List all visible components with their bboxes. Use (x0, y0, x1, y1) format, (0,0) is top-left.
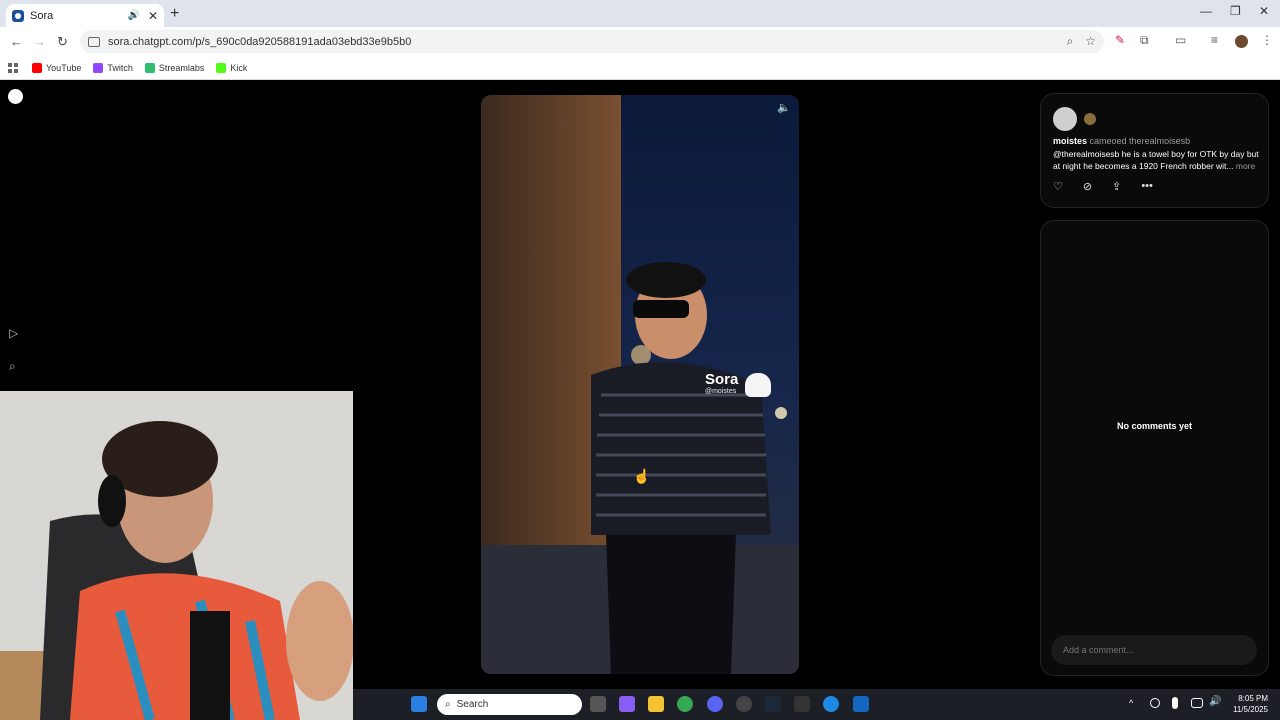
more-link[interactable]: more (1236, 161, 1255, 171)
comment-input[interactable] (1051, 635, 1257, 665)
back-icon[interactable]: ← (10, 34, 23, 49)
play-nav-icon[interactable]: ▷ (9, 326, 22, 340)
post-info-panel: moistes cameoed therealmoisesb @therealm… (1040, 93, 1269, 208)
zoom-icon[interactable]: ⌕ (1067, 34, 1074, 49)
app-icon[interactable] (736, 696, 752, 712)
tab-title: Sora (30, 9, 54, 22)
speaker-icon[interactable]: 🔊 (127, 10, 139, 21)
apps-grid-icon[interactable] (8, 62, 18, 73)
volume-icon[interactable]: 🔈 (777, 101, 791, 114)
site-info-icon[interactable] (88, 36, 100, 47)
extensions-puzzle-icon[interactable]: ⧉ (1140, 33, 1149, 48)
author-name[interactable]: moistes (1053, 136, 1087, 146)
post-actions: ♡ ⊘ ⇪ ••• (1053, 180, 1153, 193)
watermark-title: Sora (705, 371, 739, 388)
window-close-icon[interactable]: ✕ (1259, 4, 1269, 18)
browser-tab[interactable]: Sora 🔊 ✕ (6, 4, 164, 27)
cast-icon[interactable]: ▭ (1175, 33, 1186, 47)
clock[interactable]: 8:05 PM 11/5/2025 (1233, 693, 1268, 715)
author-avatar[interactable] (1053, 107, 1077, 131)
browser-tab-strip: Sora 🔊 ✕ + — ❐ ✕ (0, 0, 1280, 27)
bookmark-label: YouTube (46, 62, 82, 73)
menu-kebab-icon[interactable]: ⋮ (1261, 33, 1273, 47)
bookmark-youtube[interactable]: YouTube (32, 62, 82, 73)
restore-icon[interactable]: ❐ (1230, 4, 1241, 18)
volume-tray-icon[interactable]: 🔊 (1209, 696, 1225, 712)
media-icon[interactable]: ≡ (1211, 33, 1218, 47)
more-options-icon[interactable]: ••• (1141, 180, 1153, 193)
cameo-avatar[interactable] (1084, 113, 1096, 125)
post-description: @therealmoisesb he is a towel boy for OT… (1053, 148, 1261, 172)
youtube-icon (32, 62, 42, 73)
windows-taskbar: ⌕ Search ^ 🔊 8:05 PM 11/5/2025 (353, 689, 1280, 720)
new-tab-icon[interactable]: + (170, 5, 179, 23)
clock-time: 8:05 PM (1238, 694, 1268, 703)
url-text[interactable]: sora.chatgpt.com/p/s_690c0da920588191ada… (108, 36, 1067, 48)
reload-icon[interactable]: ↻ (57, 34, 68, 50)
like-heart-icon[interactable]: ♡ (1053, 180, 1063, 193)
taskbar-search[interactable]: ⌕ Search (437, 694, 582, 715)
bookmarks-bar: YouTube Twitch Streamlabs Kick (0, 56, 1280, 80)
kick-icon (216, 62, 227, 73)
no-comments-text: No comments yet (1116, 421, 1193, 431)
cameo-text: cameoed therealmoisesb (1089, 136, 1191, 146)
description-text: @therealmoisesb he is a towel boy for OT… (1053, 149, 1259, 171)
watermark-handle: @moistes (705, 388, 737, 395)
search-icon: ⌕ (445, 699, 451, 710)
share-icon[interactable]: ⇪ (1112, 180, 1121, 193)
bookmark-twitch[interactable]: Twitch (93, 62, 133, 73)
minimize-icon[interactable]: — (1200, 4, 1212, 18)
sora-favicon-icon (12, 9, 24, 22)
file-explorer-icon[interactable] (648, 696, 664, 712)
bookmark-kick[interactable]: Kick (216, 62, 248, 73)
streamlabs-icon (144, 62, 155, 73)
webcam-image (0, 391, 353, 720)
chevron-up-icon[interactable]: ^ (1129, 698, 1139, 708)
network-icon[interactable] (1191, 698, 1203, 708)
copilot-icon[interactable] (619, 696, 635, 712)
bookmark-label: Streamlabs (158, 62, 205, 73)
sora-logo-icon[interactable] (8, 89, 23, 104)
clock-date: 11/5/2025 (1233, 705, 1268, 714)
bookmark-star-icon[interactable]: ☆ (1085, 34, 1096, 49)
post-attribution: moistes cameoed therealmoisesb (1053, 136, 1190, 146)
browser-toolbar: ← → ↻ sora.chatgpt.com/p/s_690c0da920588… (0, 27, 1280, 56)
bookmark-label: Twitch (107, 62, 133, 73)
discord-icon[interactable] (707, 696, 723, 712)
bookmark-streamlabs[interactable]: Streamlabs (144, 62, 205, 73)
sora-watermark: Sora @moistes (705, 371, 771, 397)
forward-icon[interactable]: → (33, 34, 46, 49)
address-bar[interactable]: sora.chatgpt.com/p/s_690c0da920588191ada… (80, 30, 1104, 53)
video-player[interactable]: 🔈 Sora @moistes (481, 95, 799, 674)
close-tab-icon[interactable]: ✕ (148, 9, 158, 23)
windows-start-icon[interactable] (411, 696, 427, 712)
sync-icon[interactable] (1150, 698, 1160, 708)
task-view-icon[interactable] (590, 696, 606, 712)
search-label: Search (456, 699, 489, 710)
comments-panel: No comments yet (1040, 220, 1269, 676)
app-icon[interactable] (853, 696, 869, 712)
webcam-overlay (0, 391, 353, 720)
sora-ghost-icon (745, 373, 771, 397)
bookmark-label: Kick (230, 62, 248, 73)
twitch-icon (93, 62, 104, 73)
profile-avatar[interactable] (1235, 35, 1248, 48)
app-icon[interactable] (823, 696, 839, 712)
epic-games-icon[interactable] (794, 696, 810, 712)
microphone-icon[interactable] (1172, 697, 1178, 709)
search-nav-icon[interactable]: ⌕ (9, 359, 22, 373)
hand-cursor-icon: ☝ (633, 468, 651, 484)
steam-icon[interactable] (765, 696, 781, 712)
chrome-icon[interactable] (677, 696, 693, 712)
remix-icon[interactable]: ⊘ (1083, 180, 1092, 193)
extension-icon[interactable]: ✎ (1115, 33, 1125, 47)
